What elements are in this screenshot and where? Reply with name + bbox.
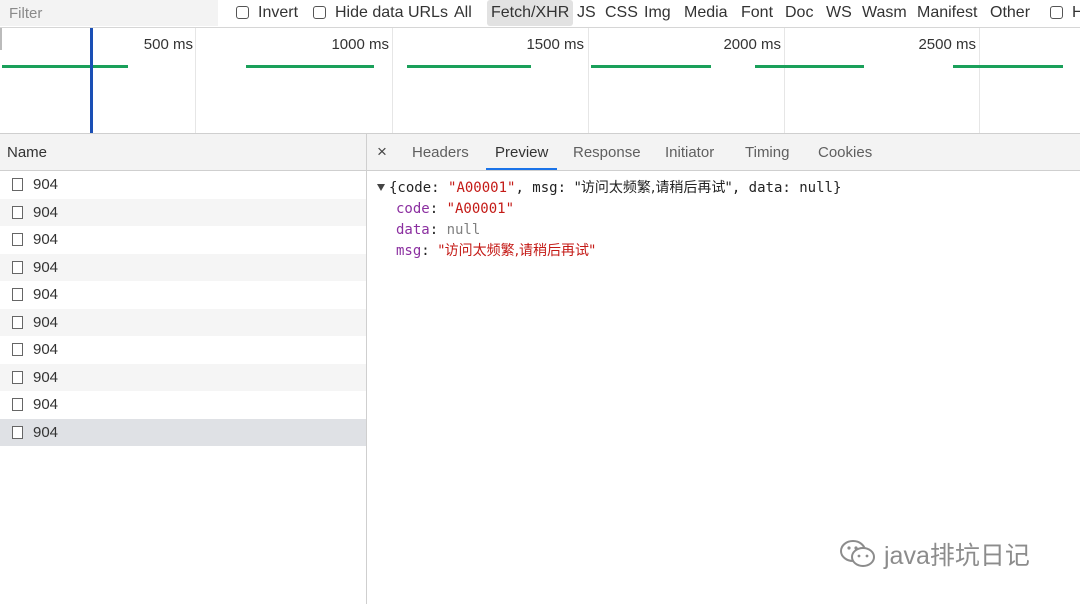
has-blocked-checkbox[interactable]: H <box>1050 0 1080 26</box>
timeline-tick-label: 500 ms <box>143 36 193 53</box>
document-icon <box>12 425 23 439</box>
timeline-gridline <box>588 28 589 133</box>
request-timeline-bar <box>2 65 128 68</box>
tab-initiator[interactable]: Initiator <box>665 134 714 170</box>
type-filter-js[interactable]: JS <box>577 0 596 26</box>
timeline-gridline <box>392 28 393 133</box>
request-row[interactable]: 904 <box>0 363 366 391</box>
tab-response[interactable]: Response <box>573 134 641 170</box>
type-filter-ws[interactable]: WS <box>826 0 852 26</box>
type-filter-media[interactable]: Media <box>684 0 728 26</box>
request-row[interactable]: 904 <box>0 336 366 364</box>
document-icon <box>12 315 23 329</box>
document-icon <box>12 178 23 191</box>
document-icon <box>12 205 23 219</box>
type-filter-css[interactable]: CSS <box>605 0 638 26</box>
json-summary-line[interactable]: {code: "A00001", msg: "访问太频繁,请稍后再试", dat… <box>377 178 841 199</box>
timeline-left-marker <box>0 28 2 50</box>
request-detail-panel: × Headers Preview Response Initiator Tim… <box>367 134 1080 604</box>
type-filter-wasm[interactable]: Wasm <box>862 0 907 26</box>
hide-data-urls-checkbox[interactable]: Hide data URLs <box>313 0 448 26</box>
type-filter-font[interactable]: Font <box>741 0 773 26</box>
request-timeline-bar <box>407 65 531 68</box>
tab-cookies[interactable]: Cookies <box>818 134 872 170</box>
timeline-tick-label: 2000 ms <box>723 36 781 53</box>
checkbox-icon <box>1050 6 1063 19</box>
timeline-gridline <box>979 28 980 133</box>
document-icon <box>12 398 23 411</box>
close-icon[interactable]: × <box>377 134 387 170</box>
timeline-gridline <box>195 28 196 133</box>
expand-triangle-icon[interactable] <box>377 184 385 191</box>
tab-timing[interactable]: Timing <box>745 134 789 170</box>
request-row[interactable]: 904 <box>0 253 366 281</box>
timeline-tick-label: 2500 ms <box>918 36 976 53</box>
request-timeline-bar <box>591 65 711 68</box>
name-column-header[interactable]: Name <box>0 134 366 171</box>
request-row[interactable]: 904 <box>0 171 366 199</box>
document-icon <box>12 288 23 301</box>
timeline-tick-label: 1000 ms <box>331 36 389 53</box>
type-filter-doc[interactable]: Doc <box>785 0 813 26</box>
document-icon <box>12 343 23 356</box>
type-filter-img[interactable]: Img <box>644 0 671 26</box>
timeline-gridline <box>784 28 785 133</box>
filter-toolbar: Invert Hide data URLs All Fetch/XHR JS C… <box>0 0 1080 28</box>
timeline-tick-label: 1500 ms <box>526 36 584 53</box>
request-list-panel: Name 904 904 904 904 904 904 904 904 904… <box>0 134 367 604</box>
type-filter-manifest[interactable]: Manifest <box>917 0 977 26</box>
type-filter-all[interactable]: All <box>454 0 472 26</box>
json-property: data: null <box>396 222 481 238</box>
tab-preview[interactable]: Preview <box>486 134 558 170</box>
request-row[interactable]: 904 <box>0 226 366 254</box>
type-filter-other[interactable]: Other <box>990 0 1030 26</box>
request-row[interactable]: 904 <box>0 198 366 226</box>
checkbox-icon <box>313 6 326 19</box>
timeline-cursor[interactable] <box>90 28 93 133</box>
wechat-icon <box>838 538 878 577</box>
request-row[interactable]: 904 <box>0 308 366 336</box>
request-timeline-bar <box>246 65 374 68</box>
request-row[interactable]: 904 <box>0 391 366 419</box>
json-property: code: "A00001" <box>396 201 515 217</box>
detail-tabs: × Headers Preview Response Initiator Tim… <box>367 134 1080 171</box>
document-icon <box>12 370 23 384</box>
document-icon <box>12 233 23 246</box>
json-property: msg: "访问太频繁,请稍后再试" <box>396 243 596 259</box>
tab-headers[interactable]: Headers <box>412 134 469 170</box>
request-timeline-bar <box>953 65 1063 68</box>
request-row-selected[interactable]: 904 <box>0 418 366 446</box>
json-preview: {code: "A00001", msg: "访问太频繁,请稍后再试", dat… <box>377 178 841 262</box>
request-row[interactable]: 904 <box>0 281 366 309</box>
timeline-overview[interactable]: 500 ms 1000 ms 1500 ms 2000 ms 2500 ms <box>0 28 1080 134</box>
watermark: java排坑日记 <box>838 536 1030 572</box>
filter-input[interactable] <box>0 0 218 26</box>
document-icon <box>12 260 23 274</box>
request-timeline-bar <box>755 65 864 68</box>
watermark-text: java排坑日记 <box>884 542 1030 570</box>
type-filter-fetch-xhr[interactable]: Fetch/XHR <box>487 0 574 26</box>
invert-checkbox[interactable]: Invert <box>236 0 298 26</box>
checkbox-icon <box>236 6 249 19</box>
